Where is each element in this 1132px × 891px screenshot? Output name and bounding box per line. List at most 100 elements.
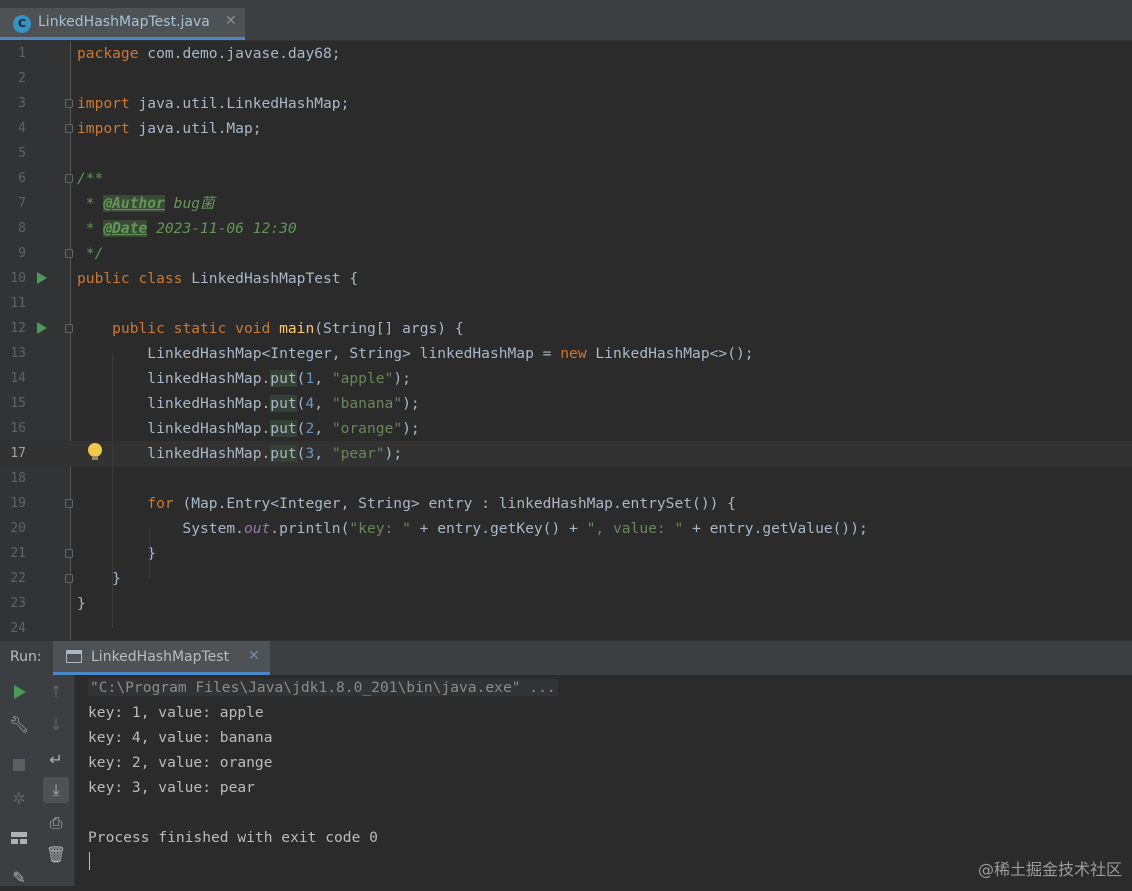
code-text: * @Author bug菌 bbox=[77, 195, 215, 212]
fold-marker-icon[interactable] bbox=[65, 249, 73, 258]
code-line[interactable]: 6 /** bbox=[0, 166, 1132, 191]
line-number: 20 bbox=[10, 521, 26, 536]
scroll-to-end-icon[interactable]: ⤓ bbox=[43, 777, 69, 803]
code-line[interactable]: 5 bbox=[0, 141, 1132, 166]
rerun-button[interactable] bbox=[6, 679, 32, 705]
code-text: } bbox=[77, 595, 86, 612]
pin-icon[interactable]: ✎ bbox=[6, 865, 32, 891]
code-line[interactable]: 12 public static void main(String[] args… bbox=[0, 316, 1132, 341]
stop-icon bbox=[13, 759, 25, 771]
code-text: /** bbox=[77, 170, 104, 187]
code-text: package com.demo.javase.day68; bbox=[77, 45, 341, 62]
line-number: 9 bbox=[18, 246, 26, 261]
line-number: 15 bbox=[10, 396, 26, 411]
code-line[interactable]: 9 */ bbox=[0, 241, 1132, 266]
code-line[interactable]: 8 * @Date 2023-11-06 12:30 bbox=[0, 216, 1132, 241]
wrench-icon[interactable]: 🔧︎ bbox=[6, 712, 32, 738]
play-icon bbox=[14, 685, 26, 699]
code-line[interactable]: 1 package com.demo.javase.day68; bbox=[0, 41, 1132, 66]
line-number: 21 bbox=[10, 546, 26, 561]
console-exit-message: Process finished with exit code 0 bbox=[88, 829, 378, 846]
code-line[interactable]: 14 linkedHashMap.put(1, "apple"); bbox=[0, 366, 1132, 391]
code-line[interactable]: 7 * @Author bug菌 bbox=[0, 191, 1132, 216]
run-panel-header: Run: LinkedHashMapTest ✕ bbox=[0, 640, 1132, 675]
fold-marker-icon[interactable] bbox=[65, 499, 73, 508]
close-icon[interactable]: ✕ bbox=[248, 648, 260, 664]
run-gutter-icon[interactable] bbox=[37, 322, 47, 334]
line-number: 2 bbox=[18, 71, 26, 86]
line-number: 13 bbox=[10, 346, 26, 361]
code-text: } bbox=[77, 545, 157, 562]
console-output-line: key: 1, value: apple bbox=[88, 704, 264, 721]
print-icon[interactable]: ⎙ bbox=[43, 810, 69, 836]
line-number: 23 bbox=[10, 596, 26, 611]
code-text: linkedHashMap.put(3, "pear"); bbox=[77, 445, 403, 462]
line-number: 22 bbox=[10, 571, 26, 586]
code-text: */ bbox=[77, 245, 104, 262]
stop-button[interactable] bbox=[6, 752, 32, 778]
code-text: import java.util.Map; bbox=[77, 120, 262, 137]
code-line[interactable]: 22 } bbox=[0, 566, 1132, 591]
code-editor[interactable]: 1 package com.demo.javase.day68; 2 3 import … bbox=[0, 41, 1132, 640]
code-text: linkedHashMap.put(4, "banana"); bbox=[77, 395, 420, 412]
code-line[interactable]: 11 bbox=[0, 291, 1132, 316]
console-output-line: key: 4, value: banana bbox=[88, 729, 273, 746]
line-number: 1 bbox=[18, 46, 26, 61]
fold-marker-icon[interactable] bbox=[65, 324, 73, 333]
code-line[interactable]: 16 linkedHashMap.put(2, "orange"); bbox=[0, 416, 1132, 441]
line-number: 5 bbox=[18, 146, 26, 161]
layout-icon[interactable] bbox=[6, 825, 32, 851]
line-number: 16 bbox=[10, 421, 26, 436]
lightbulb-icon[interactable] bbox=[88, 443, 102, 457]
run-label: Run: bbox=[10, 649, 42, 665]
code-text: } bbox=[77, 570, 121, 587]
code-line[interactable]: 18 bbox=[0, 466, 1132, 491]
code-line[interactable]: 20 System.out.println("key: " + entry.ge… bbox=[0, 516, 1132, 541]
code-line[interactable]: 4 import java.util.Map; bbox=[0, 116, 1132, 141]
code-text: import java.util.LinkedHashMap; bbox=[77, 95, 350, 112]
close-icon[interactable]: ✕ bbox=[225, 13, 237, 29]
code-text: System.out.println("key: " + entry.getKe… bbox=[77, 520, 868, 537]
line-number: 14 bbox=[10, 371, 26, 386]
code-text: for (Map.Entry<Integer, String> entry : … bbox=[147, 495, 736, 512]
line-number: 19 bbox=[10, 496, 26, 511]
editor-tab[interactable]: C LinkedHashMapTest.java ✕ bbox=[0, 8, 245, 40]
code-line[interactable]: 3 import java.util.LinkedHashMap; bbox=[0, 91, 1132, 116]
run-tab[interactable]: LinkedHashMapTest ✕ bbox=[53, 641, 270, 675]
code-line[interactable]: 2 bbox=[0, 66, 1132, 91]
soft-wrap-icon[interactable]: ↵ bbox=[43, 747, 69, 773]
code-line[interactable]: 19 for (Map.Entry<Integer, String> entry… bbox=[0, 491, 1132, 516]
code-line[interactable]: 23} bbox=[0, 591, 1132, 616]
run-gutter-icon[interactable] bbox=[37, 272, 47, 284]
fold-marker-icon[interactable] bbox=[65, 574, 73, 583]
code-text: linkedHashMap.put(2, "orange"); bbox=[77, 420, 420, 437]
code-line[interactable]: 15 linkedHashMap.put(4, "banana"); bbox=[0, 391, 1132, 416]
line-number: 4 bbox=[18, 121, 26, 136]
fold-marker-icon[interactable] bbox=[65, 549, 73, 558]
line-number: 10 bbox=[10, 271, 26, 286]
code-line[interactable]: 13 LinkedHashMap<Integer, String> linked… bbox=[0, 341, 1132, 366]
watermark: @稀土掘金技术社区 bbox=[977, 860, 1122, 879]
fold-marker-icon[interactable] bbox=[65, 99, 73, 108]
line-number: 24 bbox=[10, 621, 26, 636]
line-number: 8 bbox=[18, 221, 26, 236]
code-line[interactable]: 24 bbox=[0, 616, 1132, 640]
code-line[interactable]: 10 public class LinkedHashMapTest { bbox=[0, 266, 1132, 291]
code-text: public class LinkedHashMapTest { bbox=[77, 270, 359, 287]
console-command-line: "C:\Program Files\Java\jdk1.8.0_201\bin\… bbox=[88, 679, 558, 696]
bug-icon[interactable]: ✲ bbox=[6, 786, 32, 812]
java-class-icon: C bbox=[13, 15, 31, 33]
trash-icon[interactable]: 🗑︎ bbox=[43, 842, 69, 868]
code-line[interactable]: 17 linkedHashMap.put(3, "pear"); bbox=[0, 441, 1132, 466]
arrow-up-icon[interactable]: ↑ bbox=[43, 679, 69, 705]
code-text: * @Date 2023-11-06 12:30 bbox=[77, 220, 297, 237]
console-output[interactable]: "C:\Program Files\Java\jdk1.8.0_201\bin\… bbox=[75, 675, 1132, 886]
arrow-down-icon[interactable]: ↓ bbox=[43, 712, 69, 738]
fold-marker-icon[interactable] bbox=[65, 174, 73, 183]
fold-marker-icon[interactable] bbox=[65, 124, 73, 133]
console-output-line: key: 2, value: orange bbox=[88, 754, 273, 771]
code-text: LinkedHashMap<Integer, String> linkedHas… bbox=[77, 345, 754, 362]
console-window-icon bbox=[66, 650, 82, 663]
console-toolbar: ↑ ↓ ↵ ⤓ ⎙ 🗑︎ bbox=[38, 675, 75, 886]
code-line[interactable]: 21 } bbox=[0, 541, 1132, 566]
